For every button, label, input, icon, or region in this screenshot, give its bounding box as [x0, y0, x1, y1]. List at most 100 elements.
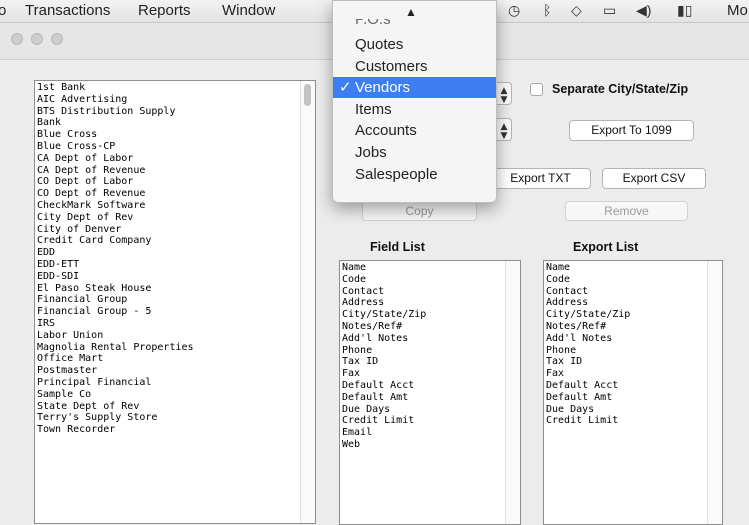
field-list-item[interactable]: City/State/Zip [340, 309, 520, 321]
copy-button[interactable]: Copy [362, 201, 477, 221]
separate-city-state-zip-checkbox[interactable] [530, 83, 543, 96]
export-list-item[interactable]: Default Amt [544, 392, 722, 404]
menu-window[interactable]: Window [222, 2, 275, 19]
volume-icon[interactable]: ◀) [636, 2, 651, 19]
vendor-list-item[interactable]: Blue Cross [35, 129, 315, 141]
vendor-list-item[interactable]: EDD-SDI [35, 271, 315, 283]
menu-item-vendors[interactable]: ✓ Vendors [333, 77, 496, 99]
field-list-item[interactable]: Name [340, 262, 520, 274]
field-list-item[interactable]: Contact [340, 286, 520, 298]
minimize-window-button[interactable] [31, 33, 43, 45]
vendor-list-item[interactable]: Blue Cross-CP [35, 141, 315, 153]
export-list-item[interactable]: City/State/Zip [544, 309, 722, 321]
export-list-item[interactable]: Name [544, 262, 722, 274]
export-list-item[interactable]: Default Acct [544, 380, 722, 392]
export-list-item[interactable]: Credit Limit [544, 415, 722, 427]
vendor-list-item[interactable]: Town Recorder [35, 424, 315, 436]
remove-button[interactable]: Remove [565, 201, 688, 221]
vendor-list-item[interactable]: CheckMark Software [35, 200, 315, 212]
vendor-list-item[interactable]: State Dept of Rev [35, 401, 315, 413]
vendor-list-item[interactable]: CA Dept of Labor [35, 153, 315, 165]
vendor-list-scrollbar[interactable] [300, 81, 315, 523]
vendor-list-item[interactable]: Bank [35, 117, 315, 129]
export-list-item[interactable]: Contact [544, 286, 722, 298]
export-list-rows: Name Code Contact Address City/State/Zip Note… [544, 261, 722, 427]
export-txt-button[interactable]: Export TXT [490, 168, 591, 189]
field-list-item[interactable]: Default Acct [340, 380, 520, 392]
export-list-item[interactable]: Add'l Notes [544, 333, 722, 345]
vendor-list-item[interactable]: Postmaster [35, 365, 315, 377]
field-list-item[interactable]: Phone [340, 345, 520, 357]
vendor-list-item[interactable]: Magnolia Rental Properties [35, 342, 315, 354]
menu-item-label: Salespeople [355, 165, 438, 183]
battery-icon[interactable]: ▮▯ [677, 2, 692, 19]
vendor-list-item[interactable]: Financial Group [35, 294, 315, 306]
vendor-list-scroll-thumb[interactable] [304, 84, 311, 106]
bluetooth-icon[interactable]: ᛒ [543, 2, 551, 18]
field-list[interactable]: Name Code Contact Address City/State/Zip Note… [339, 260, 521, 525]
scroll-up-arrow-icon[interactable]: ▲ [405, 5, 417, 19]
vendor-list-item[interactable]: Financial Group - 5 [35, 306, 315, 318]
menu-item-salespeople[interactable]: Salespeople [333, 164, 496, 185]
vendor-list-item[interactable]: CA Dept of Revenue [35, 165, 315, 177]
vendor-list-item[interactable]: Office Mart [35, 353, 315, 365]
field-list-item[interactable]: Fax [340, 368, 520, 380]
vendor-list-item[interactable]: Labor Union [35, 330, 315, 342]
field-list-item[interactable]: Default Amt [340, 392, 520, 404]
field-list-item[interactable]: Notes/Ref# [340, 321, 520, 333]
vendor-list-item[interactable]: BTS Distribution Supply [35, 106, 315, 118]
export-list[interactable]: Name Code Contact Address City/State/Zip Note… [543, 260, 723, 525]
export-list-item[interactable]: Phone [544, 345, 722, 357]
vendor-list-item[interactable]: Credit Card Company [35, 235, 315, 247]
vendor-list-item[interactable]: AIC Advertising [35, 94, 315, 106]
export-list-item[interactable]: Notes/Ref# [544, 321, 722, 333]
menu-item-quotes[interactable]: Quotes [333, 34, 496, 55]
field-list-item[interactable]: Add'l Notes [340, 333, 520, 345]
field-list-item[interactable]: Email [340, 427, 520, 439]
menu-item-items[interactable]: Items [333, 99, 496, 120]
vendor-list-item[interactable]: Sample Co [35, 389, 315, 401]
close-window-button[interactable] [11, 33, 23, 45]
field-list-item[interactable]: Credit Limit [340, 415, 520, 427]
menu-item-customers[interactable]: Customers [333, 56, 496, 77]
field-list-item[interactable]: Code [340, 274, 520, 286]
vendor-list-item[interactable]: IRS [35, 318, 315, 330]
export-to-1099-button[interactable]: Export To 1099 [569, 120, 694, 141]
export-list-item[interactable]: Due Days [544, 404, 722, 416]
menu-item-accounts[interactable]: Accounts [333, 120, 496, 141]
vendor-list-item[interactable]: CO Dept of Labor [35, 176, 315, 188]
vendor-list-item[interactable]: EDD [35, 247, 315, 259]
airplay-icon[interactable]: ▭ [603, 2, 616, 19]
zoom-window-button[interactable] [51, 33, 63, 45]
menu-item-partial-top[interactable]: P.O.s [333, 19, 496, 29]
separate-city-state-zip-label[interactable]: Separate City/State/Zip [552, 82, 688, 96]
vendor-list-item[interactable]: 1st Bank [35, 82, 315, 94]
vendor-list[interactable]: 1st Bank AIC Advertising BTS Distribution … [34, 80, 316, 524]
field-list-item[interactable]: Tax ID [340, 356, 520, 368]
export-list-item[interactable]: Tax ID [544, 356, 722, 368]
menu-item-truncated[interactable]: o [0, 2, 6, 19]
export-list-item[interactable]: Address [544, 297, 722, 309]
export-list-scrollbar[interactable] [707, 261, 722, 524]
field-list-scrollbar[interactable] [505, 261, 520, 524]
menu-reports[interactable]: Reports [138, 2, 191, 19]
export-list-item[interactable]: Fax [544, 368, 722, 380]
vendor-list-item[interactable]: City Dept of Rev [35, 212, 315, 224]
field-list-item[interactable]: Due Days [340, 404, 520, 416]
menu-transactions[interactable]: Transactions [25, 2, 110, 19]
export-list-item[interactable]: Code [544, 274, 722, 286]
field-list-item[interactable]: Address [340, 297, 520, 309]
vendor-list-item[interactable]: City of Denver [35, 224, 315, 236]
vendor-list-item[interactable]: El Paso Steak House [35, 283, 315, 295]
vendor-list-item[interactable]: Principal Financial [35, 377, 315, 389]
field-list-item[interactable]: Web [340, 439, 520, 451]
wifi-icon[interactable]: ◇ [571, 2, 582, 19]
vendor-list-item[interactable]: Terry's Supply Store [35, 412, 315, 424]
clock-icon[interactable]: ◷ [508, 2, 520, 19]
vendor-list-item[interactable]: EDD-ETT [35, 259, 315, 271]
vendor-list-item[interactable]: CO Dept of Revenue [35, 188, 315, 200]
menu-item-label: Vendors [355, 79, 411, 97]
menu-item-jobs[interactable]: Jobs [333, 142, 496, 163]
export-csv-button[interactable]: Export CSV [602, 168, 706, 189]
menubar-trailing-text[interactable]: Mo [727, 2, 748, 19]
